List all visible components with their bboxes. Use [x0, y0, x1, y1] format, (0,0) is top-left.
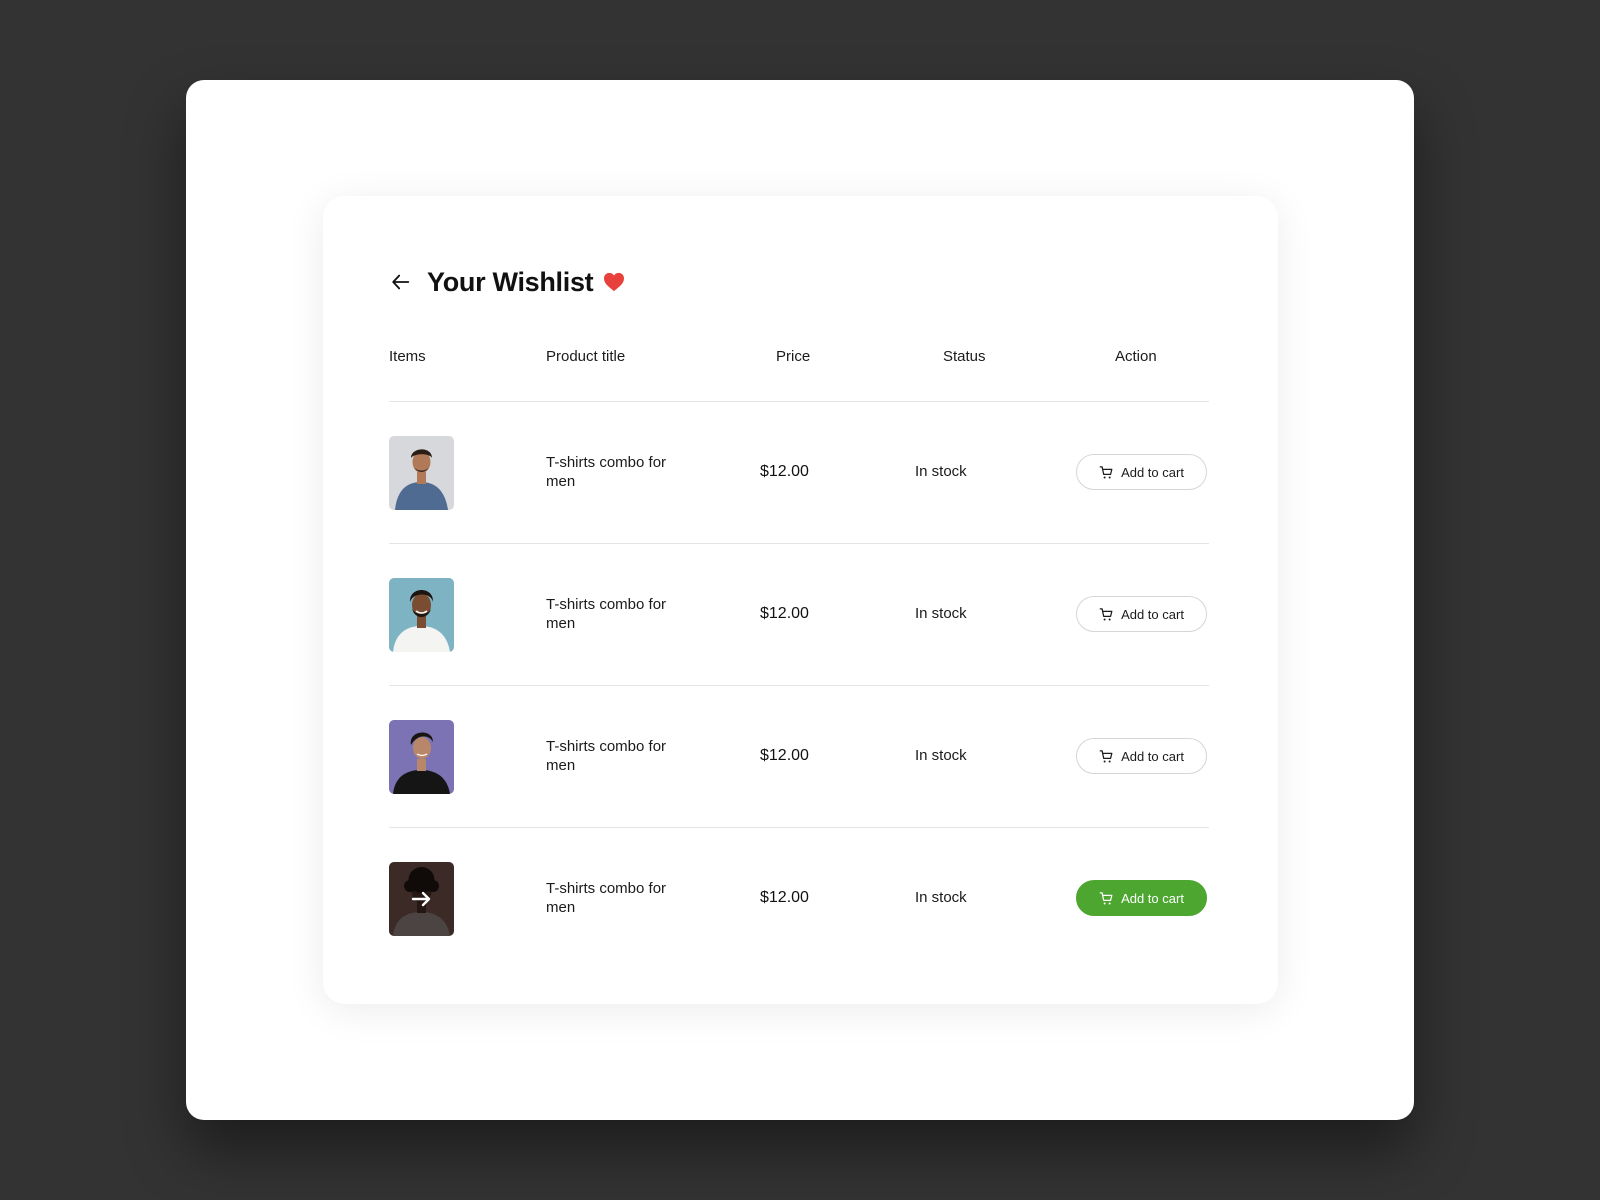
product-title[interactable]: T-shirts combo for men: [546, 879, 686, 917]
table-row: T-shirts combo for men $12.00 In stock A…: [389, 720, 1209, 794]
stock-status: In stock: [915, 463, 967, 480]
add-to-cart-label: Add to cart: [1121, 464, 1184, 480]
product-image[interactable]: [389, 578, 454, 652]
column-header-status: Status: [943, 348, 986, 365]
add-to-cart-label: Add to cart: [1121, 890, 1184, 906]
cart-icon: [1099, 749, 1114, 764]
table-row: T-shirts combo for men $12.00 In stock A…: [389, 436, 1209, 510]
heart-icon: [603, 272, 625, 292]
divider: [389, 827, 1209, 828]
stock-status: In stock: [915, 889, 967, 906]
product-price: $12.00: [760, 889, 809, 906]
add-to-cart-button[interactable]: Add to cart: [1076, 738, 1207, 774]
stock-status: In stock: [915, 605, 967, 622]
divider: [389, 543, 1209, 544]
arrow-left-icon: [392, 274, 410, 290]
product-title[interactable]: T-shirts combo for men: [546, 737, 686, 775]
product-title[interactable]: T-shirts combo for men: [546, 453, 686, 491]
column-header-items: Items: [389, 348, 426, 365]
outer-frame: Your Wishlist Items Product title Price …: [186, 80, 1414, 1120]
table-row: T-shirts combo for men $12.00 In stock A…: [389, 578, 1209, 652]
add-to-cart-button[interactable]: Add to cart: [1076, 454, 1207, 490]
table-row: T-shirts combo for men $12.00 In stock A…: [389, 862, 1209, 936]
cart-icon: [1099, 465, 1114, 480]
cart-icon: [1099, 891, 1114, 906]
divider: [389, 685, 1209, 686]
add-to-cart-label: Add to cart: [1121, 748, 1184, 764]
add-to-cart-label: Add to cart: [1121, 606, 1184, 622]
add-to-cart-button[interactable]: Add to cart: [1076, 880, 1207, 916]
column-header-price: Price: [776, 348, 811, 365]
product-price: $12.00: [760, 463, 809, 480]
stock-status: In stock: [915, 747, 967, 764]
product-price: $12.00: [760, 747, 809, 764]
product-image[interactable]: [389, 862, 454, 936]
back-button[interactable]: [389, 270, 413, 294]
product-title[interactable]: T-shirts combo for men: [546, 595, 686, 633]
product-price: $12.00: [760, 605, 809, 622]
divider: [389, 401, 1209, 402]
column-header-title: Product title: [546, 348, 626, 365]
page-header: Your Wishlist: [389, 264, 625, 300]
column-header-action: Action: [1115, 348, 1157, 365]
page-title: Your Wishlist: [427, 266, 594, 297]
cart-icon: [1099, 607, 1114, 622]
product-image[interactable]: [389, 436, 454, 510]
add-to-cart-button[interactable]: Add to cart: [1076, 596, 1207, 632]
wishlist-card: Your Wishlist Items Product title Price …: [323, 196, 1278, 1004]
product-image[interactable]: [389, 720, 454, 794]
